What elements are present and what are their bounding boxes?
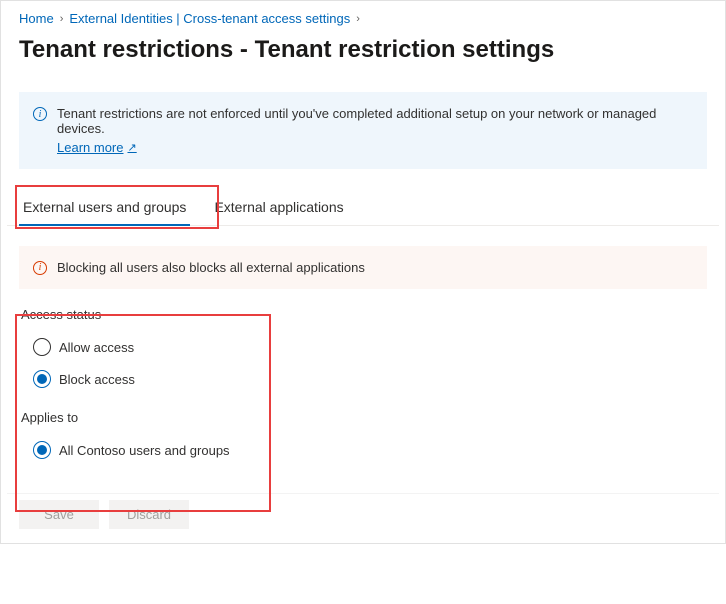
breadcrumb-external-identities[interactable]: External Identities | Cross-tenant acces…	[69, 11, 350, 26]
tab-external-applications[interactable]: External applications	[210, 191, 347, 225]
radio-icon	[33, 370, 51, 388]
radio-icon	[33, 441, 51, 459]
breadcrumb-home[interactable]: Home	[19, 11, 54, 26]
radio-label: Block access	[59, 372, 135, 387]
tab-bar: External users and groups External appli…	[7, 191, 719, 226]
chevron-right-icon: ›	[356, 13, 360, 25]
info-banner: i Tenant restrictions are not enforced u…	[19, 92, 707, 169]
warning-icon: i	[33, 261, 47, 275]
learn-more-link[interactable]: Learn more ↗	[57, 140, 137, 155]
warning-banner: i Blocking all users also blocks all ext…	[19, 246, 707, 289]
warning-text: Blocking all users also blocks all exter…	[57, 260, 365, 275]
applies-to-label: Applies to	[21, 410, 707, 425]
radio-label: Allow access	[59, 340, 134, 355]
info-text: Tenant restrictions are not enforced unt…	[57, 106, 656, 136]
footer-buttons: Save Discard	[7, 493, 719, 537]
radio-icon	[33, 338, 51, 356]
info-icon: i	[33, 107, 47, 121]
discard-button[interactable]: Discard	[109, 500, 189, 529]
radio-block-access[interactable]: Block access	[33, 366, 707, 392]
radio-label: All Contoso users and groups	[59, 443, 230, 458]
page-title: Tenant restrictions - Tenant restriction…	[7, 34, 719, 92]
chevron-right-icon: ›	[60, 13, 64, 25]
radio-allow-access[interactable]: Allow access	[33, 334, 707, 360]
radio-all-users-groups[interactable]: All Contoso users and groups	[33, 437, 707, 463]
access-status-label: Access status	[21, 307, 707, 322]
tab-content: i Blocking all users also blocks all ext…	[7, 246, 719, 463]
tab-external-users-groups[interactable]: External users and groups	[19, 191, 190, 225]
save-button[interactable]: Save	[19, 500, 99, 529]
external-link-icon: ↗	[127, 141, 136, 154]
breadcrumb: Home › External Identities | Cross-tenan…	[7, 7, 719, 34]
